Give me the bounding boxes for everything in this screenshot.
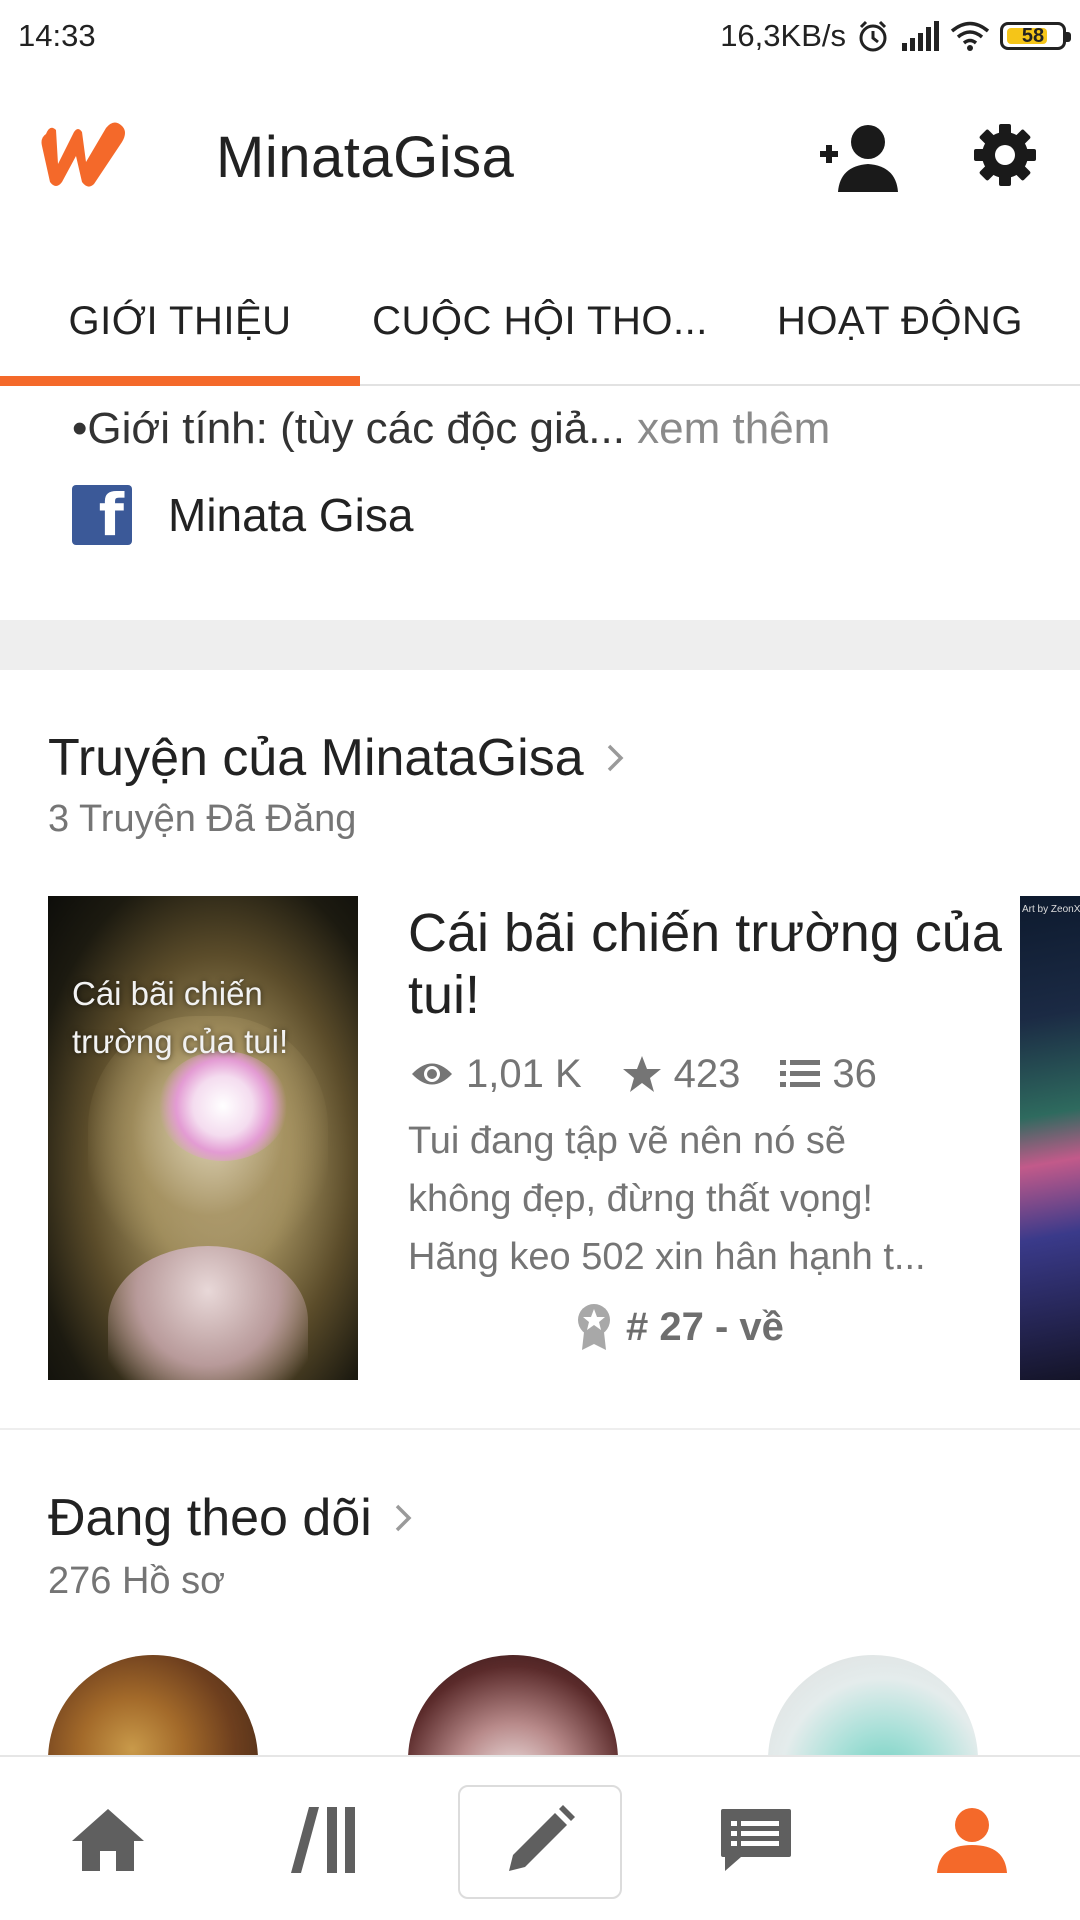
nav-write-icon-wrap[interactable] <box>432 1757 648 1920</box>
facebook-icon: f <box>72 485 132 545</box>
wattpad-logo-icon[interactable] <box>36 120 132 190</box>
story-cover[interactable]: Cái bãi chiến trường của tui! <box>48 896 358 1380</box>
parts-count: 36 <box>832 1051 877 1096</box>
profile-username: MinataGisa <box>216 125 515 190</box>
tab-about[interactable]: GIỚI THIỆU <box>0 258 360 386</box>
app-header: MinataGisa <box>0 72 1080 244</box>
story-title[interactable]: Cái bãi chiến trường của tui! <box>408 902 1008 1026</box>
status-bar: 14:33 16,3KB/s 58 <box>0 0 1080 72</box>
nav-library[interactable] <box>216 1757 432 1920</box>
facebook-link[interactable]: f Minata Gisa <box>72 484 413 546</box>
alarm-icon <box>859 20 887 52</box>
nav-profile[interactable] <box>864 1757 1080 1920</box>
messages-icon <box>721 1808 791 1871</box>
settings-gear-icon[interactable] <box>972 122 1038 188</box>
status-icons: 16,3KB/s 58 <box>720 16 1071 56</box>
list-icon <box>780 1060 821 1087</box>
chevron-right-icon <box>607 744 624 772</box>
stories-count: 3 Truyện Đã Đăng <box>48 798 357 840</box>
about-description: •Giới tính: (tùy các độc giả... xem thêm <box>72 404 830 454</box>
profile-tabs: GIỚI THIỆU CUỘC HỘI THO... HOẠT ĐỘNG <box>0 258 1080 386</box>
star-icon <box>622 1056 661 1092</box>
reads-count: 1,01 K <box>466 1051 582 1096</box>
nav-home[interactable] <box>0 1757 216 1920</box>
following-title: Đang theo dõi <box>48 1489 372 1547</box>
write-pencil-icon <box>509 1804 575 1871</box>
profile-icon <box>937 1807 1007 1873</box>
following-count: 276 Hồ sơ <box>48 1560 226 1602</box>
tab-activity[interactable]: HOẠT ĐỘNG <box>720 258 1080 384</box>
votes-stat: 423 <box>622 1051 741 1097</box>
battery-level: 58 <box>1021 24 1045 47</box>
story-rank[interactable]: # 27 - về <box>576 1302 784 1352</box>
description-line: Tui đang tập vẽ nên nó sẽ <box>408 1120 847 1162</box>
section-divider <box>0 1428 1080 1430</box>
cover-text: Cái bãi chiến trường của tui! <box>72 975 289 1060</box>
section-separator <box>0 620 1080 670</box>
cover-art-glow <box>158 1051 288 1161</box>
about-text: •Giới tính: (tùy các độc giả... <box>72 404 625 453</box>
votes-count: 423 <box>673 1051 741 1096</box>
tab-conversations[interactable]: CUỘC HỘI THO... <box>360 258 720 384</box>
ranking-badge-icon <box>578 1304 610 1350</box>
stories-title: Truyện của MinataGisa <box>48 729 584 787</box>
wifi-icon <box>950 21 990 51</box>
parts-stat: 36 <box>780 1052 877 1097</box>
battery-icon: 58 <box>1000 22 1071 50</box>
rank-text: # 27 - về <box>626 1304 784 1349</box>
chevron-right-icon <box>395 1504 412 1532</box>
reads-stat: 1,01 K <box>410 1052 582 1097</box>
network-speed: 16,3KB/s <box>720 18 846 53</box>
description-line: không đẹp, đừng thất vọng! <box>408 1178 873 1220</box>
next-story-cover[interactable]: Art by ZeonXeri <box>1020 896 1080 1380</box>
bottom-navigation <box>0 1755 1080 1920</box>
following-header[interactable]: Đang theo dõi <box>48 1488 412 1548</box>
story-description: Tui đang tập vẽ nên nó sẽ không đẹp, đừn… <box>408 1112 964 1286</box>
follow-user-icon[interactable] <box>816 120 900 196</box>
description-line: Hãng keo 502 xin hân hạnh t... <box>408 1236 926 1278</box>
story-stats: 1,01 K 423 36 <box>410 1050 917 1098</box>
see-more-link[interactable]: xem thêm <box>625 404 830 453</box>
home-icon <box>72 1808 144 1871</box>
library-icon <box>291 1806 355 1873</box>
next-cover-text: Art by ZeonXeri <box>1022 904 1080 915</box>
status-time: 14:33 <box>18 18 96 53</box>
eye-icon <box>412 1063 452 1085</box>
signal-icon <box>902 21 939 51</box>
cover-art-detail <box>108 1246 308 1380</box>
facebook-name: Minata Gisa <box>168 489 414 541</box>
nav-messages[interactable] <box>648 1757 864 1920</box>
stories-header[interactable]: Truyện của MinataGisa <box>48 728 624 788</box>
